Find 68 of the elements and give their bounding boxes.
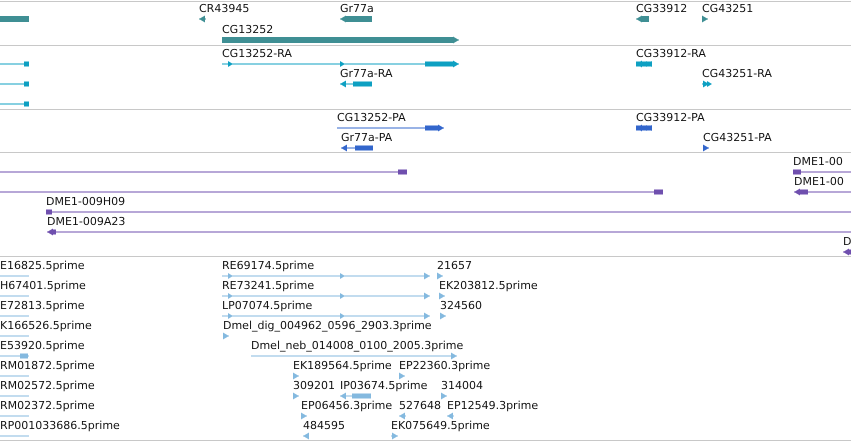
feature-label: EP06456.3prime <box>301 399 392 412</box>
feature-glyph[interactable] <box>198 16 206 22</box>
feature-glyph[interactable] <box>794 188 851 196</box>
feature-label: CG13252-PA <box>337 111 406 124</box>
feature-glyph[interactable] <box>0 62 30 66</box>
feature-glyph[interactable] <box>842 248 851 256</box>
feature-glyph[interactable] <box>0 82 30 86</box>
feature-label: LP07074.5prime <box>222 299 312 312</box>
feature-glyph[interactable] <box>702 80 712 88</box>
feature-label: Gr77a <box>340 2 374 15</box>
feature-label: RE73241.5prime <box>222 279 314 292</box>
feature-label: DME1-009H09 <box>46 195 126 208</box>
feature-glyph[interactable] <box>340 80 372 88</box>
feature-label: RE69174.5prime <box>222 259 314 272</box>
feature-glyph[interactable] <box>636 60 652 68</box>
feature-label: EK189564.5prime <box>293 359 392 372</box>
feature-label: E72813.5prime <box>0 299 84 312</box>
feature-glyph[interactable] <box>0 102 30 106</box>
feature-label: 21657 <box>437 259 472 272</box>
feature-glyph[interactable] <box>702 16 708 22</box>
feature-label: Gr77a-PA <box>341 131 392 144</box>
feature-glyph[interactable] <box>0 190 664 194</box>
feature-glyph[interactable] <box>46 210 851 214</box>
feature-label: RP001033686.5prime <box>0 419 120 432</box>
feature-glyph[interactable] <box>0 170 408 174</box>
feature-glyph[interactable] <box>222 36 460 44</box>
feature-label: Dmel_neb_014008_0100_2005.3prime <box>251 339 464 352</box>
feature-label: 527648 <box>399 399 441 412</box>
feature-label: CG43251 <box>702 2 754 15</box>
feature-label: DME1-00 <box>793 155 843 168</box>
feature-glyph[interactable] <box>792 170 851 174</box>
feature-glyph[interactable] <box>222 60 460 68</box>
feature-label: CG43251-RA <box>702 67 772 80</box>
feature-label: 309201 <box>293 379 335 392</box>
feature-label: CR43945 <box>199 2 250 15</box>
feature-label: EK203812.5prime <box>439 279 538 292</box>
feature-glyph[interactable] <box>46 228 851 236</box>
feature-label: Dmel_dig_004962_0596_2903.3prime <box>223 319 432 332</box>
feature-label: CG33912-RA <box>636 47 706 60</box>
feature-glyph[interactable] <box>702 144 710 152</box>
feature-label: RM02372.5prime <box>0 399 95 412</box>
feature-label: K166526.5prime <box>0 319 92 332</box>
feature-label: H67401.5prime <box>0 279 86 292</box>
feature-label: RM01872.5prime <box>0 359 95 372</box>
feature-label: DME1-00 <box>794 175 844 188</box>
feature-glyph[interactable] <box>336 124 444 132</box>
feature-label: CG13252-RA <box>222 47 292 60</box>
feature-label: DME1-009A23 <box>47 215 126 228</box>
feature-label: Gr77a-RA <box>340 67 392 80</box>
feature-label: 324560 <box>440 299 482 312</box>
feature-label: E53920.5prime <box>0 339 84 352</box>
feature-label: CG43251-PA <box>703 131 772 144</box>
feature-label: CG13252 <box>222 23 274 36</box>
feature-label: 314004 <box>441 379 483 392</box>
feature-label: EP12549.3prime <box>447 399 538 412</box>
feature-glyph[interactable] <box>340 16 372 22</box>
feature-label: D <box>843 235 851 248</box>
feature-label: CG33912 <box>636 2 688 15</box>
feature-label: CG33912-PA <box>636 111 705 124</box>
feature-label: RM02572.5prime <box>0 379 95 392</box>
feature-label: EP22360.3prime <box>399 359 490 372</box>
feature-label: E16825.5prime <box>0 259 84 272</box>
feature-label: 484595 <box>303 419 345 432</box>
feature-glyph[interactable] <box>636 124 652 132</box>
feature-glyph[interactable] <box>636 16 650 22</box>
feature-label: IP03674.5prime <box>340 379 428 392</box>
feature-glyph[interactable] <box>340 144 374 152</box>
feature-label: EK075649.5prime <box>391 419 490 432</box>
